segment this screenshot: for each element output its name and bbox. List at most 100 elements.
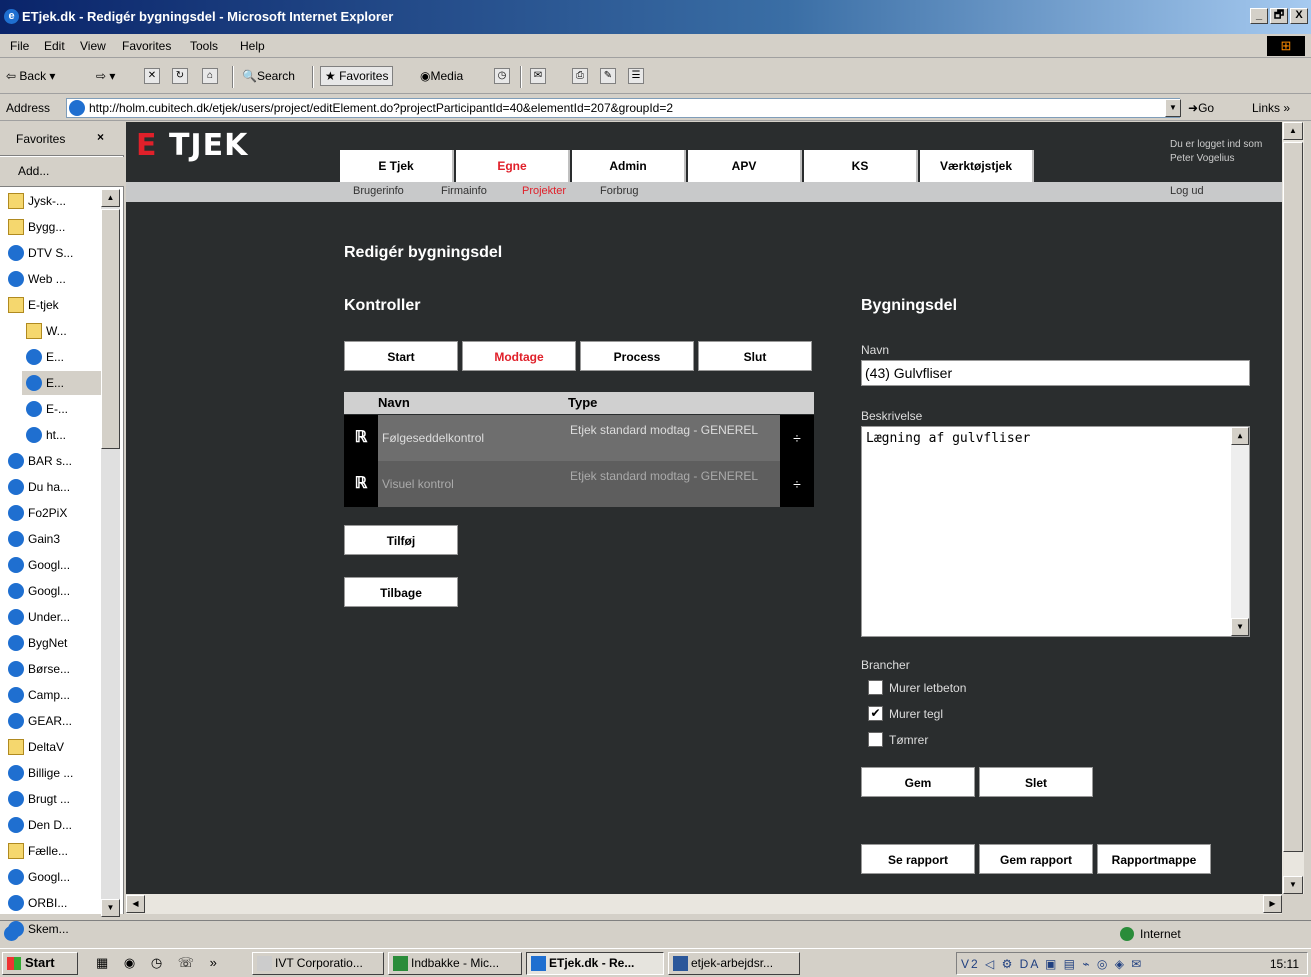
branch-checkbox[interactable]: ✔ xyxy=(868,706,883,721)
phase-button[interactable]: Start xyxy=(344,341,458,371)
nav-tab[interactable]: Admin xyxy=(572,150,686,182)
favorites-scrollbar[interactable]: ▲ ▼ xyxy=(101,189,120,917)
start-button[interactable]: Start xyxy=(2,952,78,975)
logout-link[interactable]: Log ud xyxy=(1170,185,1204,197)
reorder-icon[interactable]: ÷ xyxy=(780,415,814,461)
favorite-item[interactable]: E-tjek xyxy=(4,293,104,317)
tray-icons[interactable]: V2 ◁ ⚙ DA ▣ ▤ ⌁ ◎ ◈ ✉ xyxy=(961,957,1143,971)
forward-button[interactable]: ⇨ ▾ xyxy=(96,69,115,83)
favorite-item[interactable]: BAR s... xyxy=(4,449,104,473)
edit-icon[interactable]: ✎ xyxy=(600,68,616,84)
quicklaunch-icons[interactable]: ▦ ◉ ◷ ☏ » xyxy=(96,955,223,971)
report-button[interactable]: Rapportmappe xyxy=(1097,844,1211,874)
taskbar-task[interactable]: Indbakke - Mic... xyxy=(388,952,522,975)
table-row[interactable]: ℝ Visuel kontrol Etjek standard modtag - G… xyxy=(344,461,814,507)
subnav-link[interactable]: Brugerinfo xyxy=(353,185,404,197)
description-textarea[interactable]: Lægning af gulvfliser ▲ ▼ xyxy=(861,426,1250,637)
favorite-item[interactable]: DTV S... xyxy=(4,241,104,265)
phase-button[interactable]: Slut xyxy=(698,341,812,371)
menu-file[interactable]: File xyxy=(10,39,29,53)
minimize-button[interactable]: _ xyxy=(1250,8,1268,24)
mail-icon[interactable]: ✉ xyxy=(530,68,546,84)
discuss-icon[interactable]: ☰ xyxy=(628,68,644,84)
add-button[interactable]: Tilføj xyxy=(344,525,458,555)
search-button[interactable]: 🔍Search xyxy=(242,69,295,83)
page-scroll-up-icon[interactable]: ▲ xyxy=(1283,122,1303,140)
favorites-add-button[interactable]: Add... xyxy=(0,157,124,187)
report-button[interactable]: Gem rapport xyxy=(979,844,1093,874)
history-icon[interactable]: ◷ xyxy=(494,68,510,84)
page-scroll-left-icon[interactable]: ◀ xyxy=(126,895,145,913)
phase-button[interactable]: Process xyxy=(580,341,694,371)
textarea-scroll-up-icon[interactable]: ▲ xyxy=(1231,427,1249,445)
favorite-item[interactable]: Googl... xyxy=(4,553,104,577)
favorite-item[interactable]: GEAR... xyxy=(4,709,104,733)
favorite-item[interactable]: ORBI... xyxy=(4,891,104,915)
favorite-item[interactable]: Googl... xyxy=(4,579,104,603)
scroll-down-icon[interactable]: ▼ xyxy=(101,899,120,917)
report-icon[interactable]: ℝ xyxy=(344,461,378,507)
links-button[interactable]: Links » xyxy=(1252,101,1290,115)
favorite-item[interactable]: DeltaV xyxy=(4,735,104,759)
nav-tab[interactable]: Egne xyxy=(456,150,570,182)
menu-help[interactable]: Help xyxy=(240,39,265,53)
page-scroll-thumb[interactable] xyxy=(1283,142,1303,852)
favorite-item[interactable]: Fo2PiX xyxy=(4,501,104,525)
back-page-button[interactable]: Tilbage xyxy=(344,577,458,607)
branch-checkbox[interactable] xyxy=(868,732,883,747)
refresh-icon[interactable]: ↻ xyxy=(172,68,188,84)
favorite-item[interactable]: E... xyxy=(22,371,104,395)
address-input[interactable]: http://holm.cubitech.dk/etjek/users/proj… xyxy=(66,98,1180,118)
taskbar-task[interactable]: IVT Corporatio... xyxy=(252,952,384,975)
menu-edit[interactable]: Edit xyxy=(44,39,65,53)
favorite-item[interactable]: W... xyxy=(22,319,104,343)
name-input[interactable]: (43) Gulvfliser xyxy=(861,360,1250,386)
save-button[interactable]: Gem xyxy=(861,767,975,797)
go-button[interactable]: ➜Go xyxy=(1188,101,1214,115)
favorite-item[interactable]: Gain3 xyxy=(4,527,104,551)
taskbar-task[interactable]: etjek-arbejdsr... xyxy=(668,952,800,975)
back-button[interactable]: ⇦ Back ▾ xyxy=(6,69,55,83)
subnav-link[interactable]: Forbrug xyxy=(600,185,639,197)
page-vertical-scrollbar[interactable]: ▲ ▼ xyxy=(1282,122,1304,894)
etjek-logo[interactable]: E TJEK xyxy=(136,128,248,163)
restore-button[interactable]: 🗗 xyxy=(1270,8,1288,24)
favorite-item[interactable]: Den D... xyxy=(4,813,104,837)
favorite-item[interactable]: ht... xyxy=(22,423,104,447)
favorite-item[interactable]: Børse... xyxy=(4,657,104,681)
textarea-scroll-down-icon[interactable]: ▼ xyxy=(1231,618,1249,636)
textarea-scrollbar[interactable]: ▲ ▼ xyxy=(1231,427,1249,636)
scroll-thumb[interactable] xyxy=(101,209,120,449)
delete-button[interactable]: Slet xyxy=(979,767,1093,797)
branch-checkbox[interactable] xyxy=(868,680,883,695)
page-horizontal-scrollbar[interactable]: ◀ ▶ xyxy=(126,894,1282,914)
favorite-item[interactable]: E-... xyxy=(22,397,104,421)
home-icon[interactable]: ⌂ xyxy=(202,68,218,84)
scroll-up-icon[interactable]: ▲ xyxy=(101,189,120,207)
nav-tab[interactable]: APV xyxy=(688,150,802,182)
favorites-button[interactable]: ★ Favorites xyxy=(320,66,394,86)
subnav-link[interactable]: Projekter xyxy=(522,185,566,197)
nav-tab[interactable]: E Tjek xyxy=(340,150,454,182)
nav-tab[interactable]: Værktøjstjek xyxy=(920,150,1034,182)
favorite-item[interactable]: Bygg... xyxy=(4,215,104,239)
favorite-item[interactable]: Jysk-... xyxy=(4,189,104,213)
menu-favorites[interactable]: Favorites xyxy=(122,39,171,53)
menu-view[interactable]: View xyxy=(80,39,106,53)
stop-icon[interactable]: ✕ xyxy=(144,68,160,84)
favorite-item[interactable]: BygNet xyxy=(4,631,104,655)
favorite-item[interactable]: Web ... xyxy=(4,267,104,291)
report-icon[interactable]: ℝ xyxy=(344,415,378,461)
favorite-item[interactable]: Brugt ... xyxy=(4,787,104,811)
page-scroll-down-icon[interactable]: ▼ xyxy=(1283,876,1303,894)
favorite-item[interactable]: Fælle... xyxy=(4,839,104,863)
favorite-item[interactable]: Camp... xyxy=(4,683,104,707)
report-button[interactable]: Se rapport xyxy=(861,844,975,874)
favorite-item[interactable]: E... xyxy=(22,345,104,369)
media-button[interactable]: ◉Media xyxy=(420,69,463,83)
close-button[interactable]: X xyxy=(1290,8,1308,24)
table-row[interactable]: ℝ Følgeseddelkontrol Etjek standard modtag… xyxy=(344,415,814,461)
favorite-item[interactable]: Billige ... xyxy=(4,761,104,785)
print-icon[interactable]: ⎙ xyxy=(572,68,588,84)
reorder-icon[interactable]: ÷ xyxy=(780,461,814,507)
